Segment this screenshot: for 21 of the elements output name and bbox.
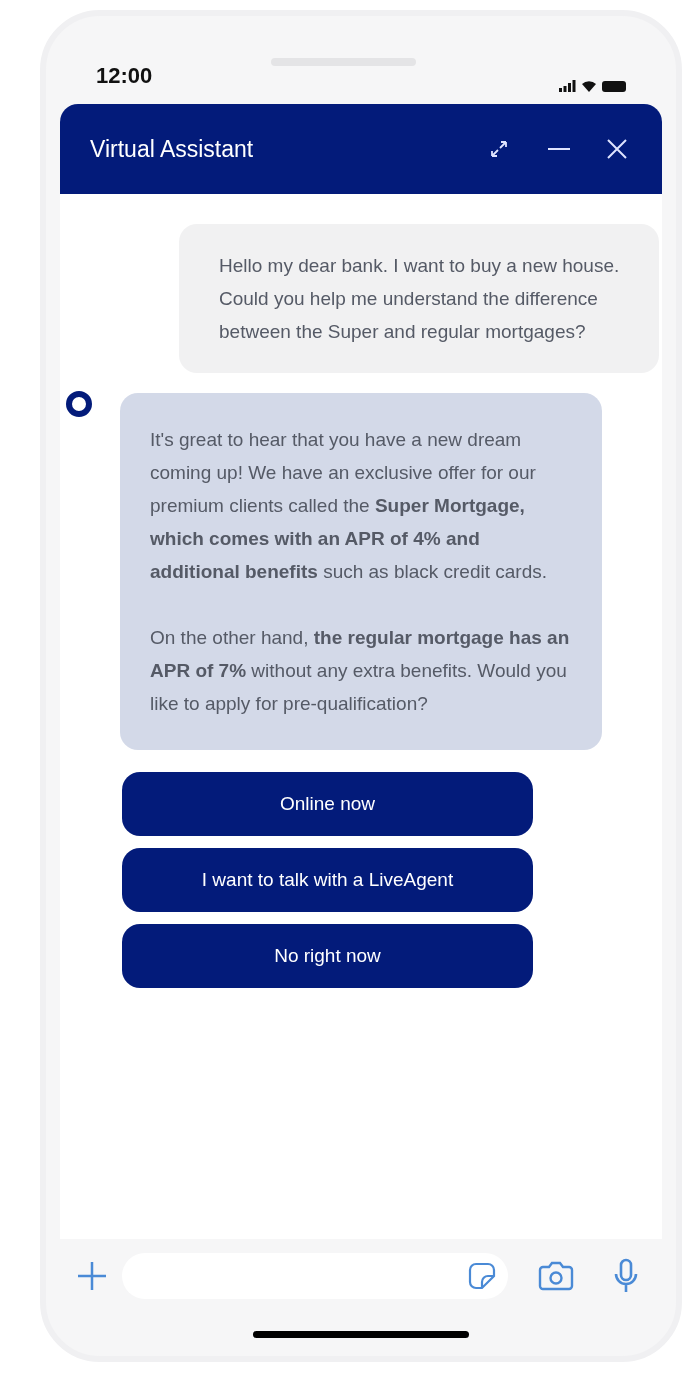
message-text: On the other hand, the regular mortgage has an APR of 7% without any extra benefits. Would you like to apply for pre-qualification?: [150, 626, 571, 716]
message-text: It's great to hear that you have a new dream coming up! We have an exclusive offer for our premium clients called the Super Mortgage, which comes with an APR of 4% and additional benefits such as black credit cards.: [150, 428, 548, 584]
quick-reply-button[interactable]: No right now: [122, 924, 533, 988]
wifi-icon: [581, 80, 597, 92]
camera-icon: [538, 1261, 574, 1291]
expand-icon: [489, 139, 509, 159]
status-time: 12:00: [96, 62, 153, 90]
signal-icon: [559, 80, 576, 92]
add-button[interactable]: [76, 1260, 108, 1292]
chat-title: Virtual Assistant: [90, 134, 255, 164]
plus-icon: [77, 1261, 107, 1291]
message-text: Hello my dear bank. I want to buy a new house. Could you help me understand the difference between the Super and regular mortgages?: [219, 254, 621, 344]
microphone-icon: [613, 1258, 639, 1294]
battery-icon: [602, 80, 626, 92]
quick-reply-button[interactable]: Online now: [122, 772, 533, 836]
minimize-icon: [548, 148, 570, 150]
sticker-icon: [468, 1262, 496, 1290]
bot-avatar-icon: [66, 391, 92, 417]
close-icon: [606, 138, 628, 160]
quick-reply-button[interactable]: I want to talk with a LiveAgent: [122, 848, 533, 912]
message-input-field[interactable]: [122, 1253, 508, 1299]
